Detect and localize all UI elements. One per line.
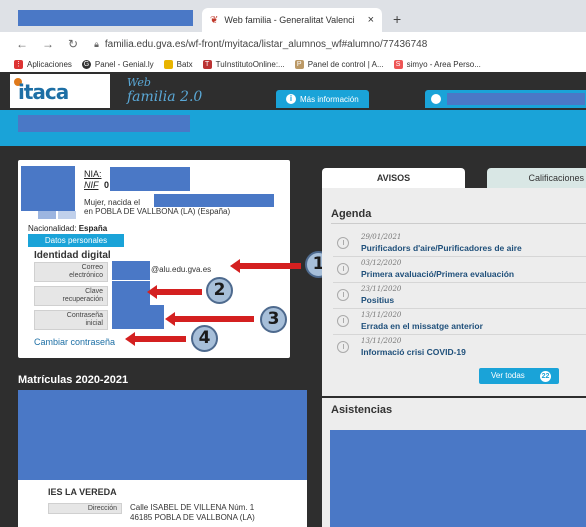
apps-grid-icon: ⋮: [14, 59, 23, 69]
address-bar-row: ← → ↻ 🔒︎ familia.edu.gva.es/wf-front/myi…: [0, 32, 586, 56]
info-icon: i: [286, 94, 296, 104]
reload-icon[interactable]: ↻: [68, 37, 78, 51]
matriculas-title: Matrículas 2020-2021: [18, 374, 129, 386]
annotation-arrow-4: [125, 332, 186, 346]
redacted-matricula: [18, 390, 307, 480]
genially-icon: G: [81, 59, 91, 69]
bookmark-aplicaciones[interactable]: ⋮ Aplicaciones: [14, 59, 72, 69]
annotation-badge-2: 2: [206, 277, 233, 304]
photo-tab-right: [58, 211, 76, 219]
clock-icon: [337, 315, 349, 327]
redacted-birthdate: [154, 194, 274, 207]
redacted-username: [447, 93, 585, 105]
browser-tab-active[interactable]: ❦ Web familia - Generalitat Valenci ×: [202, 8, 382, 32]
annotation-badge-3: 3: [260, 306, 287, 333]
birth-text: Mujer, nacida el: [84, 198, 141, 207]
email-domain: @alu.edu.gva.es: [151, 265, 212, 274]
tuinstituto-icon: T: [202, 59, 212, 69]
bookmark-batx[interactable]: Batx: [163, 59, 193, 69]
recovery-key-label: Clave recuperación: [34, 286, 108, 306]
clock-icon: [337, 263, 349, 275]
redacted-email: [112, 261, 150, 280]
simyo-icon: S: [393, 59, 403, 69]
user-icon: [431, 94, 441, 104]
url-text: familia.edu.gva.es/wf-front/myitaca/list…: [104, 38, 428, 50]
agenda-title: Agenda: [331, 208, 372, 220]
nationality: Nacionalidad: España: [28, 224, 108, 233]
bookmark-genially[interactable]: G Panel - Genial.ly: [81, 59, 154, 69]
lock-icon: 🔒︎: [94, 38, 99, 49]
nif-label: NIF: [84, 180, 99, 190]
tab-title: Web familia - Generalitat Valenci: [224, 15, 355, 25]
bookmark-panel-control[interactable]: P Panel de control | A...: [294, 59, 384, 69]
tab-calificaciones[interactable]: Calificaciones: [487, 168, 586, 188]
clock-icon: [337, 341, 349, 353]
redacted-asistencias: [330, 430, 586, 527]
redacted-photo: [21, 166, 75, 211]
email-label: Correo electrónico: [34, 262, 108, 282]
new-tab-button[interactable]: +: [393, 11, 401, 27]
redacted-initial-password: [112, 305, 164, 329]
web-familia-title: Web familia 2.0: [127, 76, 203, 105]
annotation-arrow-3: [165, 312, 254, 326]
redacted-nia: [110, 167, 190, 180]
url-field[interactable]: 🔒︎ familia.edu.gva.es/wf-front/myitaca/l…: [94, 39, 427, 50]
bookmark-tuinstituto[interactable]: T TuInstitutoOnline:...: [202, 59, 285, 69]
redacted-student-name[interactable]: [18, 115, 190, 132]
back-arrow-icon[interactable]: ←: [16, 37, 28, 51]
redacted-recovery-key: [112, 281, 150, 305]
school-name: IES LA VEREDA: [48, 487, 117, 497]
bookmark-simyo[interactable]: Ssimyo - Area Perso...: [393, 59, 481, 69]
address-value: Calle ISABEL DE VILLENA Núm. 1 46185 POB…: [130, 503, 255, 522]
nia-label: NIA:: [84, 169, 102, 179]
birth-place: en POBLA DE VALLBONA (LA) (España): [84, 207, 231, 216]
address-label: Dirección: [48, 503, 122, 514]
nif-prefix: 0: [104, 180, 110, 190]
annotation-badge-4: 4: [191, 325, 218, 352]
annotation-arrow-2: [147, 285, 202, 299]
asistencias-title: Asistencias: [331, 404, 393, 416]
folder-icon: [163, 59, 173, 69]
more-info-button[interactable]: i Más información: [276, 90, 369, 108]
bookmarks-bar: ⋮ Aplicaciones G Panel - Genial.ly Batx TT…: [0, 56, 586, 72]
tab-avisos[interactable]: AVISOS: [322, 168, 465, 188]
tab-close-icon[interactable]: ×: [368, 14, 374, 26]
count-badge: 22: [540, 371, 551, 382]
redacted-nif: [110, 180, 190, 191]
gva-favicon-icon: ❦: [210, 14, 219, 26]
datos-personales-button[interactable]: Datos personales: [28, 234, 124, 247]
identity-title: Identidad digital: [34, 250, 111, 261]
initial-password-label: Contraseña inicial: [34, 310, 108, 330]
agenda-divider: [331, 223, 586, 224]
change-password-link[interactable]: Cambiar contraseña: [34, 337, 115, 347]
itaca-logo[interactable]: itaca: [10, 74, 110, 108]
photo-tab-left: [38, 211, 56, 219]
redacted-tab[interactable]: [18, 10, 193, 26]
forward-arrow-icon[interactable]: →: [42, 37, 54, 51]
see-all-button[interactable]: Ver todas 22: [479, 368, 559, 384]
annotation-arrow-1: [230, 259, 301, 273]
user-menu-button[interactable]: [425, 90, 586, 108]
clock-icon: [337, 237, 349, 249]
clock-icon: [337, 289, 349, 301]
panel-control-icon: P: [294, 59, 304, 69]
